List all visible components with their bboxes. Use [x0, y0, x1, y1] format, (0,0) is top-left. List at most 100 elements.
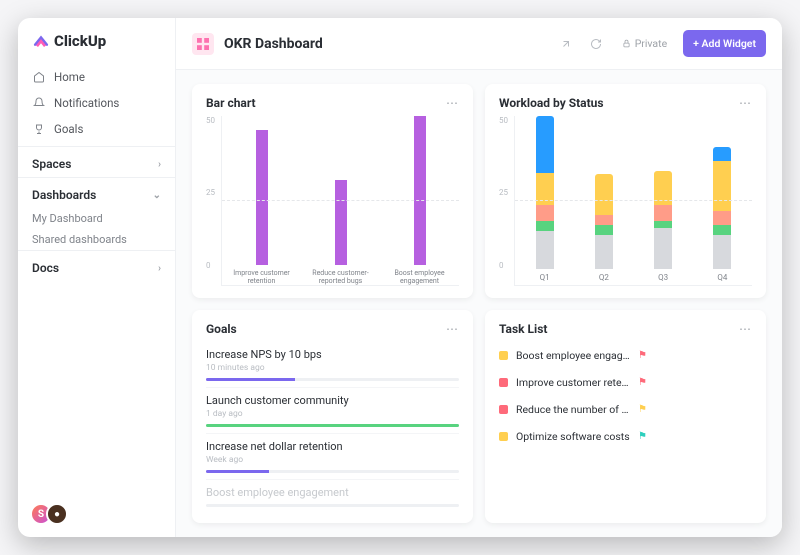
nav-home-label: Home — [54, 70, 85, 84]
goal-title: Increase NPS by 10 bps — [206, 348, 459, 361]
bar[interactable] — [335, 180, 347, 264]
spaces-label: Spaces — [32, 157, 71, 171]
brand-logo[interactable]: ClickUp — [18, 18, 175, 60]
goal-item[interactable]: Increase net dollar retention Week ago — [206, 434, 459, 480]
avatar[interactable]: ● — [46, 503, 68, 525]
more-icon[interactable]: ⋯ — [739, 96, 752, 110]
app-window: ClickUp Home Notifications Goals Spaces … — [18, 18, 782, 537]
add-widget-button[interactable]: + Add Widget — [683, 30, 766, 57]
goal-item[interactable]: Increase NPS by 10 bps10 minutes ago — [206, 342, 459, 388]
home-icon — [32, 70, 46, 84]
stack-segment[interactable] — [595, 225, 613, 235]
privacy-label: Private — [635, 37, 667, 50]
user-avatars: S ● — [30, 503, 62, 525]
more-icon[interactable]: ⋯ — [446, 96, 459, 110]
more-icon[interactable]: ⋯ — [739, 322, 752, 336]
tasklist-card: Task List ⋯ Boost employee engagement⚑Im… — [485, 310, 766, 524]
stack-segment[interactable] — [536, 231, 554, 269]
task-label: Improve customer retention and… — [516, 376, 630, 389]
task-row[interactable]: Boost employee engagement ⚑ — [499, 342, 752, 369]
stack-label: Q3 — [658, 273, 668, 285]
spaces-header[interactable]: Spaces › — [18, 147, 175, 177]
goal-subtitle: Week ago — [206, 455, 459, 465]
bar[interactable] — [256, 130, 268, 265]
stack-segment[interactable] — [713, 225, 731, 235]
flag-icon[interactable]: ⚑ — [638, 431, 752, 442]
stack-segment[interactable] — [713, 235, 731, 269]
stack-segment[interactable] — [713, 211, 731, 224]
workload-chart: 50250Q1Q2Q3Q4 — [499, 116, 752, 286]
nav-notifications[interactable]: Notifications — [18, 90, 175, 116]
task-label: Reduce the number of Customer… — [516, 403, 630, 416]
goal-title: Increase net dollar retention — [206, 440, 459, 453]
clickup-logo-icon — [32, 32, 50, 50]
stack-segment[interactable] — [595, 215, 613, 225]
goal-subtitle: 1 day ago — [206, 409, 459, 419]
task-row[interactable]: Reduce the number of Customer… ⚑ — [499, 396, 752, 423]
main-content: OKR Dashboard Private + Add Widget Bar c… — [176, 18, 782, 537]
status-square-icon — [499, 405, 508, 414]
section-dashboards: Dashboards ⌄ My Dashboard Shared dashboa… — [18, 177, 175, 250]
dashboard-icon — [192, 33, 214, 55]
goals-card: Goals ⋯ Increase NPS by 10 bps10 minutes… — [192, 310, 473, 524]
docs-header[interactable]: Docs › — [18, 251, 175, 281]
bar-label: Reduce customer-reported bugs — [311, 269, 371, 285]
flag-icon[interactable]: ⚑ — [638, 404, 752, 415]
goal-item[interactable]: Launch customer community1 day ago — [206, 388, 459, 434]
chevron-right-icon: › — [158, 263, 161, 274]
stack-segment[interactable] — [536, 116, 554, 173]
trophy-icon — [32, 122, 46, 136]
task-row[interactable]: Improve customer retention and… ⚑ — [499, 369, 752, 396]
goal-title: Boost employee engagement — [206, 486, 459, 499]
brand-name: ClickUp — [54, 32, 106, 50]
more-icon[interactable]: ⋯ — [446, 322, 459, 336]
bell-icon — [32, 96, 46, 110]
card-title: Goals — [206, 322, 237, 336]
stack-segment[interactable] — [713, 147, 731, 160]
docs-label: Docs — [32, 261, 59, 275]
stack-segment[interactable] — [654, 221, 672, 228]
stack-segment[interactable] — [536, 205, 554, 221]
progress-bar — [206, 470, 459, 473]
status-square-icon — [499, 378, 508, 387]
stack-segment[interactable] — [654, 205, 672, 222]
chevron-right-icon: › — [158, 159, 161, 170]
dashboards-header[interactable]: Dashboards ⌄ — [18, 178, 175, 208]
flag-icon[interactable]: ⚑ — [638, 350, 752, 361]
bar-label: Boost employee engagement — [390, 269, 450, 285]
card-title: Workload by Status — [499, 96, 604, 110]
status-square-icon — [499, 432, 508, 441]
goal-item[interactable]: Boost employee engagement — [206, 480, 459, 513]
bar[interactable] — [414, 116, 426, 265]
nav-home[interactable]: Home — [18, 64, 175, 90]
task-row[interactable]: Optimize software costs⚑ — [499, 423, 752, 450]
flag-icon[interactable]: ⚑ — [638, 377, 752, 388]
progress-bar — [206, 378, 459, 381]
bar-chart-card: Bar chart ⋯ 50250Improve customer retent… — [192, 84, 473, 298]
stack-label: Q2 — [599, 273, 609, 285]
workload-card: Workload by Status ⋯ 50250Q1Q2Q3Q4 — [485, 84, 766, 298]
page-title: OKR Dashboard — [224, 36, 546, 52]
stack-segment[interactable] — [595, 235, 613, 269]
card-title: Bar chart — [206, 96, 256, 110]
refresh-icon[interactable] — [586, 34, 606, 54]
stack-segment[interactable] — [595, 174, 613, 214]
sidebar-item-shared-dashboards[interactable]: Shared dashboards — [18, 229, 175, 250]
nav-goals[interactable]: Goals — [18, 116, 175, 142]
status-square-icon — [499, 351, 508, 360]
lock-icon — [622, 39, 631, 48]
bar-label: Improve customer retention — [232, 269, 292, 285]
stack-segment[interactable] — [536, 221, 554, 231]
section-docs: Docs › — [18, 250, 175, 281]
stack-segment[interactable] — [713, 161, 731, 212]
nav-goals-label: Goals — [54, 122, 83, 136]
task-list: Boost employee engagement⚑Improve custom… — [499, 342, 752, 450]
task-label: Boost employee engagement — [516, 349, 630, 362]
bar-chart: 50250Improve customer retentionReduce cu… — [206, 116, 459, 286]
privacy-toggle[interactable]: Private — [616, 37, 673, 50]
sidebar-item-my-dashboard[interactable]: My Dashboard — [18, 208, 175, 229]
stack-label: Q1 — [540, 273, 550, 284]
widget-grid: Bar chart ⋯ 50250Improve customer retent… — [176, 70, 782, 537]
expand-icon[interactable] — [556, 34, 576, 54]
stack-segment[interactable] — [654, 228, 672, 268]
